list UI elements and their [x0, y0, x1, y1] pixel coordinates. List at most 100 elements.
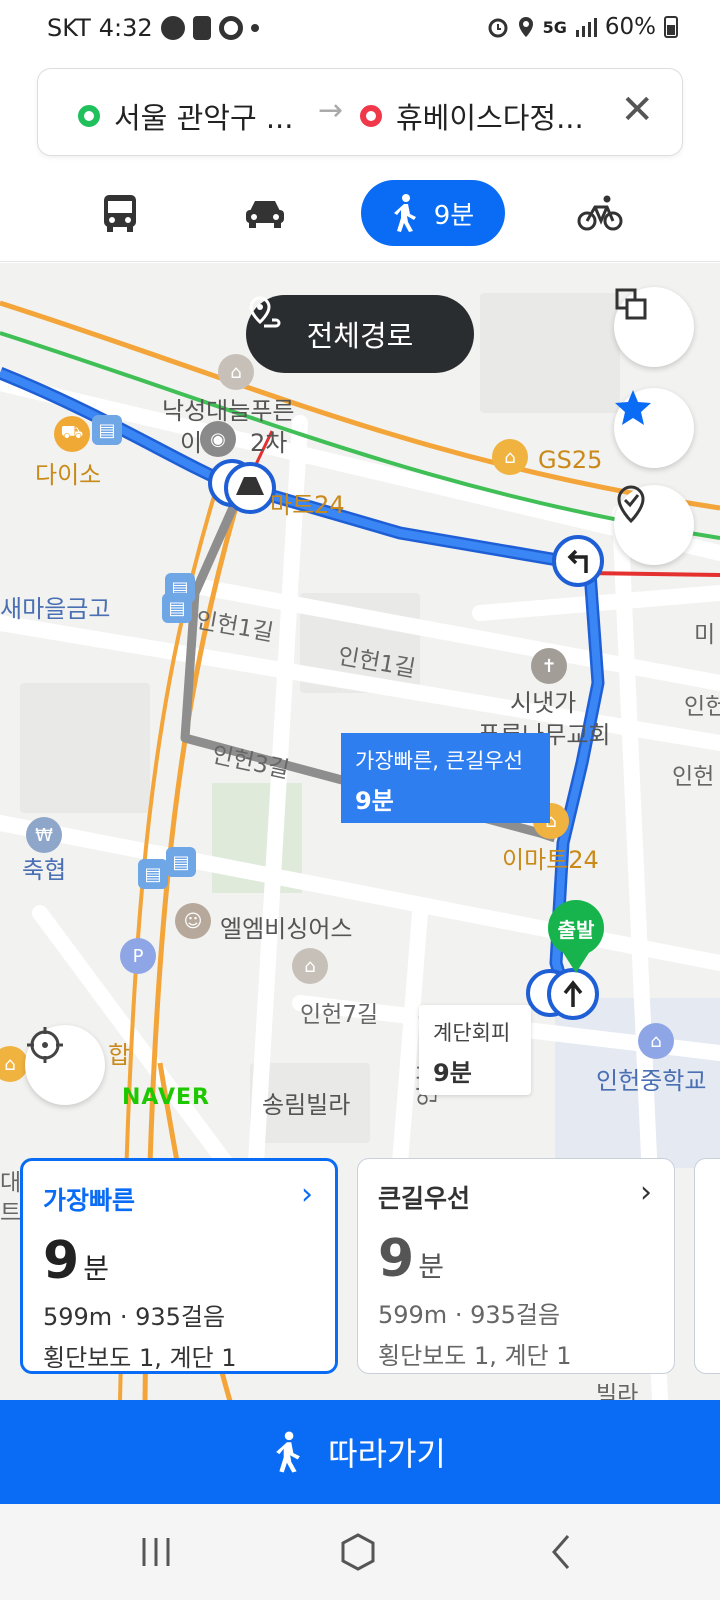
tab-bus[interactable] — [90, 180, 150, 246]
bus-stop-icon: ▤ — [166, 847, 196, 877]
origin-dot-icon — [78, 105, 100, 127]
map-label: 인헌중학교 — [596, 1067, 707, 1095]
location-icon — [518, 17, 533, 37]
home-icon[interactable] — [338, 1532, 378, 1572]
route-card[interactable]: 큰길우선 › 9 분 599m · 935걸음 횡단보도 1, 계단 1 — [357, 1158, 675, 1374]
tab-bicycle[interactable] — [575, 180, 625, 246]
route-card-title: 가장빠른 — [43, 1186, 136, 1215]
b-icon — [192, 16, 211, 40]
school-icon: ⌂ — [638, 1023, 674, 1059]
chevron-right-icon: › — [301, 1177, 313, 1212]
route-card-time: 9 — [378, 1229, 415, 1289]
shopping-cart-icon: ⛟ — [54, 416, 90, 452]
route-card-time-unit: 분 — [418, 1250, 444, 1283]
route-card-partial[interactable] — [694, 1158, 720, 1374]
dot-icon — [250, 24, 259, 32]
map-label: 트 — [0, 1200, 22, 1226]
map-label: 엘엠비싱어스 — [220, 915, 353, 943]
route-tooltip-title: 가장빠른, 큰길우선 — [355, 749, 523, 773]
route-card-detail: 횡단보도 1, 계단 1 — [378, 1342, 572, 1370]
carrier-label: SKT — [47, 14, 91, 42]
favorites-button[interactable] — [614, 388, 694, 468]
alt-route-tooltip-title: 계단회피 — [433, 1021, 511, 1045]
map-label: 새마을금고 — [0, 595, 111, 623]
location-pin-button[interactable] — [614, 485, 694, 565]
crosshair-icon — [27, 1027, 63, 1063]
status-bar: SKT 4:32 5G 60% — [0, 0, 720, 62]
route-card-detail: 횡단보도 1, 계단 1 — [43, 1344, 237, 1372]
status-right: 5G 60% — [487, 14, 678, 40]
atm-icon: ₩ — [26, 817, 62, 853]
layers-button[interactable] — [614, 287, 694, 367]
walk-icon — [393, 194, 416, 232]
star-icon — [615, 390, 651, 425]
map-label: 인헌 — [672, 764, 715, 790]
start-marker-tail-icon — [562, 951, 590, 973]
network-label: 5G — [542, 17, 567, 37]
my-location-button[interactable] — [25, 1025, 105, 1105]
clock: 4:32 — [98, 14, 153, 42]
walk-time-label: 9분 — [433, 200, 475, 231]
walk-icon — [276, 1431, 300, 1473]
route-card-distance: 599m · 935걸음 — [378, 1301, 561, 1329]
theater-icon: ☺ — [175, 903, 211, 939]
destination-dot-icon — [360, 105, 382, 127]
start-marker: 출발 — [548, 900, 604, 956]
system-nav-bar — [0, 1504, 720, 1600]
bus-stop-icon: ▤ — [138, 859, 168, 889]
tab-car[interactable] — [235, 180, 295, 246]
route-tooltip-time: 9분 — [355, 787, 394, 815]
cctv-icon: ◉ — [200, 421, 236, 457]
bus-stop-icon: ▤ — [92, 415, 122, 445]
parking-icon: P — [120, 938, 156, 974]
back-icon[interactable] — [542, 1532, 582, 1572]
route-tooltip[interactable]: 가장빠른, 큰길우선 9분 — [341, 733, 550, 823]
map-label: 인헌 — [684, 694, 720, 720]
signal-icon — [575, 18, 597, 37]
building-icon: ⌂ — [218, 354, 254, 390]
alt-route-tooltip-time: 9분 — [433, 1059, 472, 1087]
talk-icon — [160, 16, 185, 40]
church-icon: ✝ — [531, 648, 567, 684]
map-label: 빌라 — [596, 1382, 639, 1401]
bus-stop-icon: ▤ — [162, 593, 192, 623]
recent-apps-icon[interactable] — [136, 1532, 176, 1572]
bus-icon — [104, 195, 136, 232]
map-label: 마트24 — [270, 491, 345, 519]
route-card-distance: 599m · 935걸음 — [43, 1303, 226, 1331]
battery-icon — [664, 16, 678, 38]
follow-button[interactable]: 따라가기 — [0, 1400, 720, 1504]
map-label: 합 — [108, 1041, 131, 1069]
alt-route-tooltip[interactable]: 계단회피 9분 — [419, 1005, 531, 1095]
map-label: 대 — [0, 1170, 22, 1196]
map-label: 축협 — [22, 856, 67, 884]
origin-field[interactable]: 서울 관악구 ... — [78, 95, 294, 137]
origin-text: 서울 관악구 ... — [114, 101, 294, 135]
route-overview-icon — [249, 296, 281, 328]
map-label: 낙성대늘푸른 — [162, 397, 295, 425]
map-label: 이마트24 — [502, 846, 599, 874]
status-left: SKT 4:32 — [47, 14, 259, 42]
layers-icon — [615, 288, 647, 320]
battery-percent: 60% — [604, 14, 656, 40]
map-label: 인헌7길 — [300, 1002, 379, 1028]
route-search-box[interactable]: 서울 관악구 ... → 휴베이스다정... ✕ — [37, 68, 683, 156]
transport-mode-tabs: 9분 — [0, 172, 720, 262]
full-route-button[interactable]: 전체경로 — [246, 295, 474, 373]
building-icon: ⌂ — [292, 948, 328, 984]
full-route-label: 전체경로 — [306, 319, 414, 353]
route-card[interactable]: 가장빠른 › 9 분 599m · 935걸음 횡단보도 1, 계단 1 — [20, 1158, 338, 1374]
tab-walk[interactable]: 9분 — [361, 180, 505, 246]
location-pin-icon — [617, 485, 645, 523]
map-label: GS25 — [538, 446, 603, 474]
map-label: 송림빌라 — [262, 1091, 351, 1119]
destination-field[interactable]: 휴베이스다정... — [360, 95, 584, 137]
follow-label: 따라가기 — [328, 1435, 446, 1473]
close-icon[interactable]: ✕ — [620, 87, 654, 133]
c-icon — [218, 16, 243, 40]
map-label: 미 — [694, 622, 716, 648]
chevron-right-icon: › — [640, 1175, 652, 1210]
map-label: 2차 — [250, 429, 288, 457]
bicycle-icon — [577, 195, 623, 231]
convenience-store-icon: ⌂ — [492, 439, 528, 475]
